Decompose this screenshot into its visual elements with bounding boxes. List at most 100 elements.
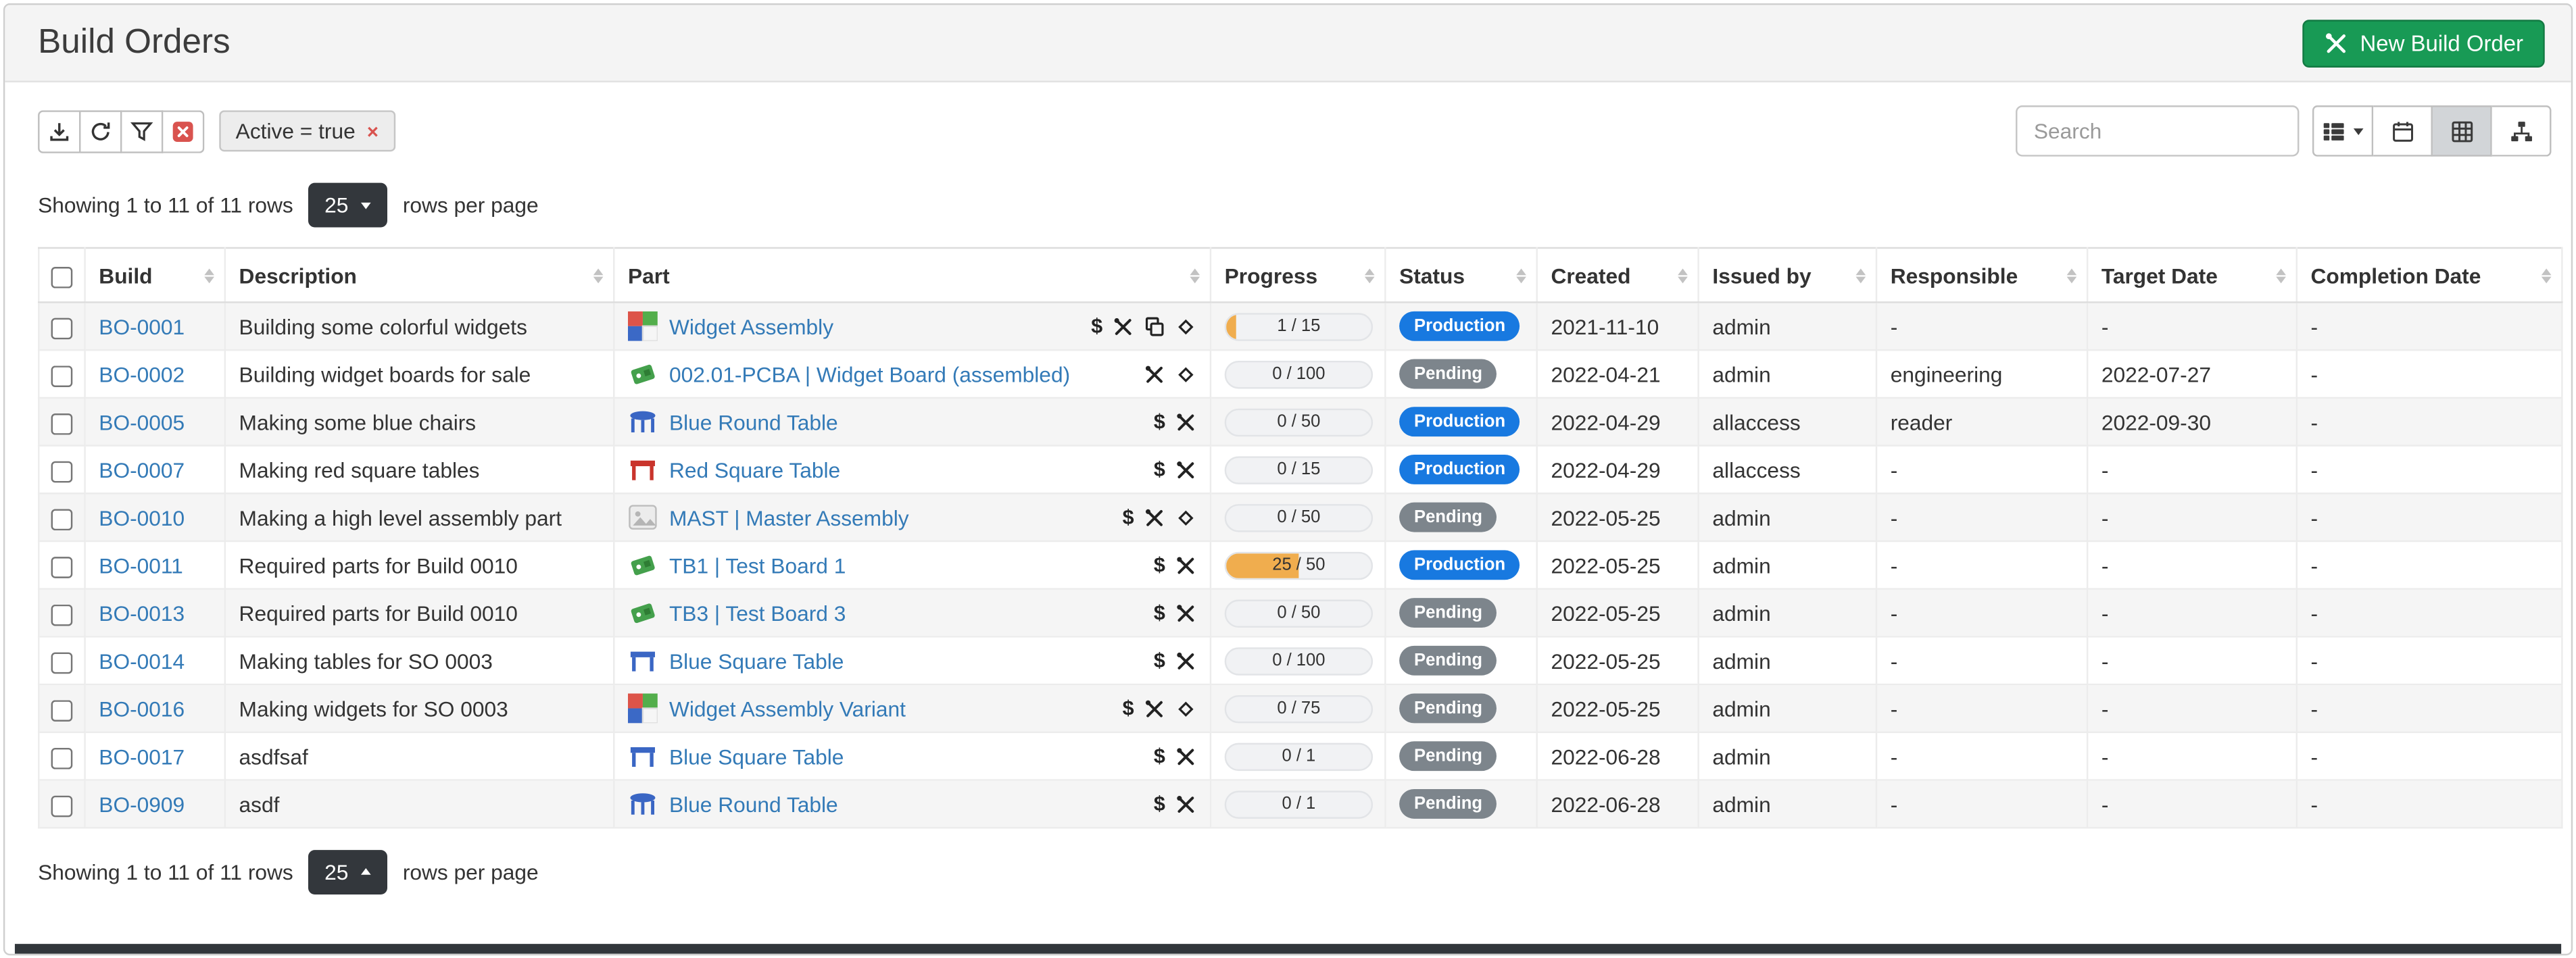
- calendar-view-button[interactable]: [2373, 105, 2433, 157]
- row-checkbox[interactable]: [51, 461, 73, 482]
- part-link[interactable]: Blue Round Table: [669, 792, 838, 817]
- issued-by: admin: [1699, 732, 1876, 780]
- part-link[interactable]: TB3 | Test Board 3: [669, 601, 846, 626]
- completion-date: -: [2297, 780, 2562, 828]
- active-filter-chip[interactable]: Active = true ×: [219, 110, 395, 151]
- diamond-icon: [1175, 316, 1197, 337]
- remove-filter-icon[interactable]: ×: [367, 121, 379, 141]
- toolbar-right: [2016, 105, 2551, 157]
- build-order-link[interactable]: BO-0007: [99, 457, 185, 482]
- col-created[interactable]: Created: [1537, 248, 1699, 302]
- build-order-link[interactable]: BO-0010: [99, 505, 185, 530]
- part-link[interactable]: Red Square Table: [669, 457, 840, 482]
- part-link[interactable]: Widget Assembly Variant: [669, 696, 906, 721]
- part-link[interactable]: MAST | Master Assembly: [669, 505, 909, 530]
- pagination-bottom: Showing 1 to 11 of 11 rows 25 rows per p…: [38, 850, 2551, 894]
- build-order-link[interactable]: BO-0001: [99, 313, 185, 338]
- table-view-button[interactable]: [2433, 105, 2492, 157]
- search-input[interactable]: [2016, 105, 2299, 157]
- col-progress[interactable]: Progress: [1211, 248, 1385, 302]
- col-description[interactable]: Description: [225, 248, 614, 302]
- responsible: -: [1876, 732, 2087, 780]
- part-link[interactable]: 002.01-PCBA | Widget Board (assembled): [669, 361, 1070, 386]
- list-view-button[interactable]: [2312, 105, 2373, 157]
- status-badge: Pending: [1399, 597, 1497, 628]
- col-target-date[interactable]: Target Date: [2087, 248, 2297, 302]
- sort-carets-icon: [1849, 263, 1866, 288]
- page-size-dropdown[interactable]: 25: [308, 183, 388, 228]
- table-row: BO-0002Building widget boards for sale00…: [39, 350, 2562, 398]
- issued-by: admin: [1699, 493, 1876, 541]
- dollar-icon: $: [1154, 746, 1165, 766]
- build-order-link[interactable]: BO-0014: [99, 648, 185, 673]
- part-link[interactable]: Widget Assembly: [669, 313, 833, 338]
- table-row: BO-0007Making red square tablesRed Squar…: [39, 446, 2562, 494]
- part-link[interactable]: Blue Round Table: [669, 409, 838, 434]
- issued-by: admin: [1699, 302, 1876, 350]
- row-checkbox[interactable]: [51, 747, 73, 769]
- build-description: Building some colorful widgets: [225, 302, 614, 350]
- col-build[interactable]: Build: [85, 248, 225, 302]
- new-build-order-button[interactable]: New Build Order: [2302, 19, 2545, 67]
- table-row: BO-0011Required parts for Build 0010TB1 …: [39, 541, 2562, 589]
- diamond-icon: [1175, 507, 1197, 528]
- progress-bar: 0 / 50: [1225, 503, 1373, 531]
- diamond-icon: [1175, 698, 1197, 720]
- red-square-table-thumbnail: [628, 455, 658, 484]
- col-part[interactable]: Part: [614, 248, 1211, 302]
- row-checkbox[interactable]: [51, 604, 73, 626]
- build-order-link[interactable]: BO-0011: [99, 553, 183, 578]
- chevron-down-icon: [2354, 128, 2364, 140]
- part-link[interactable]: Blue Square Table: [669, 648, 844, 673]
- build-order-link[interactable]: BO-0005: [99, 409, 185, 434]
- row-checkbox[interactable]: [51, 651, 73, 673]
- build-order-link[interactable]: BO-0909: [99, 792, 185, 817]
- dollar-icon: $: [1123, 698, 1134, 718]
- status-badge: Production: [1399, 407, 1520, 437]
- part-link[interactable]: Blue Square Table: [669, 744, 844, 769]
- table-row: BO-0014Making tables for SO 0003Blue Squ…: [39, 636, 2562, 684]
- created-date: 2022-05-25: [1537, 541, 1699, 589]
- responsible: -: [1876, 636, 2087, 684]
- col-completion-date[interactable]: Completion Date: [2297, 248, 2562, 302]
- row-checkbox[interactable]: [51, 699, 73, 721]
- select-all-checkbox[interactable]: [51, 266, 73, 288]
- created-date: 2022-04-29: [1537, 398, 1699, 446]
- page-size-dropdown[interactable]: 25: [308, 850, 388, 894]
- refresh-button[interactable]: [80, 109, 122, 152]
- filter-button[interactable]: [122, 109, 163, 152]
- build-description: Making a high level assembly part: [225, 493, 614, 541]
- build-order-link[interactable]: BO-0013: [99, 601, 185, 626]
- sort-carets-icon: [198, 263, 214, 288]
- target-date: -: [2087, 302, 2297, 350]
- tree-view-button[interactable]: [2492, 105, 2552, 157]
- tools-icon: [1175, 459, 1197, 480]
- sort-carets-icon: [2060, 263, 2076, 288]
- row-checkbox[interactable]: [51, 365, 73, 386]
- download-button[interactable]: [38, 109, 80, 152]
- progress-bar: 0 / 50: [1225, 599, 1373, 626]
- status-badge: Pending: [1399, 359, 1497, 389]
- issued-by: allaccess: [1699, 446, 1876, 494]
- col-issued-by[interactable]: Issued by: [1699, 248, 1876, 302]
- row-checkbox[interactable]: [51, 795, 73, 817]
- remove-filters-button[interactable]: [163, 109, 204, 152]
- created-date: 2022-05-25: [1537, 636, 1699, 684]
- completion-date: -: [2297, 684, 2562, 732]
- status-badge: Production: [1399, 311, 1520, 341]
- created-date: 2022-06-28: [1537, 780, 1699, 828]
- build-order-link[interactable]: BO-0002: [99, 361, 185, 386]
- col-status[interactable]: Status: [1385, 248, 1536, 302]
- part-link[interactable]: TB1 | Test Board 1: [669, 553, 846, 578]
- row-checkbox[interactable]: [51, 413, 73, 434]
- filter-icon: [130, 120, 153, 143]
- completion-date: -: [2297, 446, 2562, 494]
- build-order-link[interactable]: BO-0016: [99, 696, 185, 721]
- row-checkbox[interactable]: [51, 556, 73, 578]
- row-checkbox[interactable]: [51, 508, 73, 530]
- dollar-icon: $: [1154, 794, 1165, 814]
- build-order-link[interactable]: BO-0017: [99, 744, 185, 769]
- responsible: -: [1876, 493, 2087, 541]
- col-responsible[interactable]: Responsible: [1876, 248, 2087, 302]
- row-checkbox[interactable]: [51, 317, 73, 338]
